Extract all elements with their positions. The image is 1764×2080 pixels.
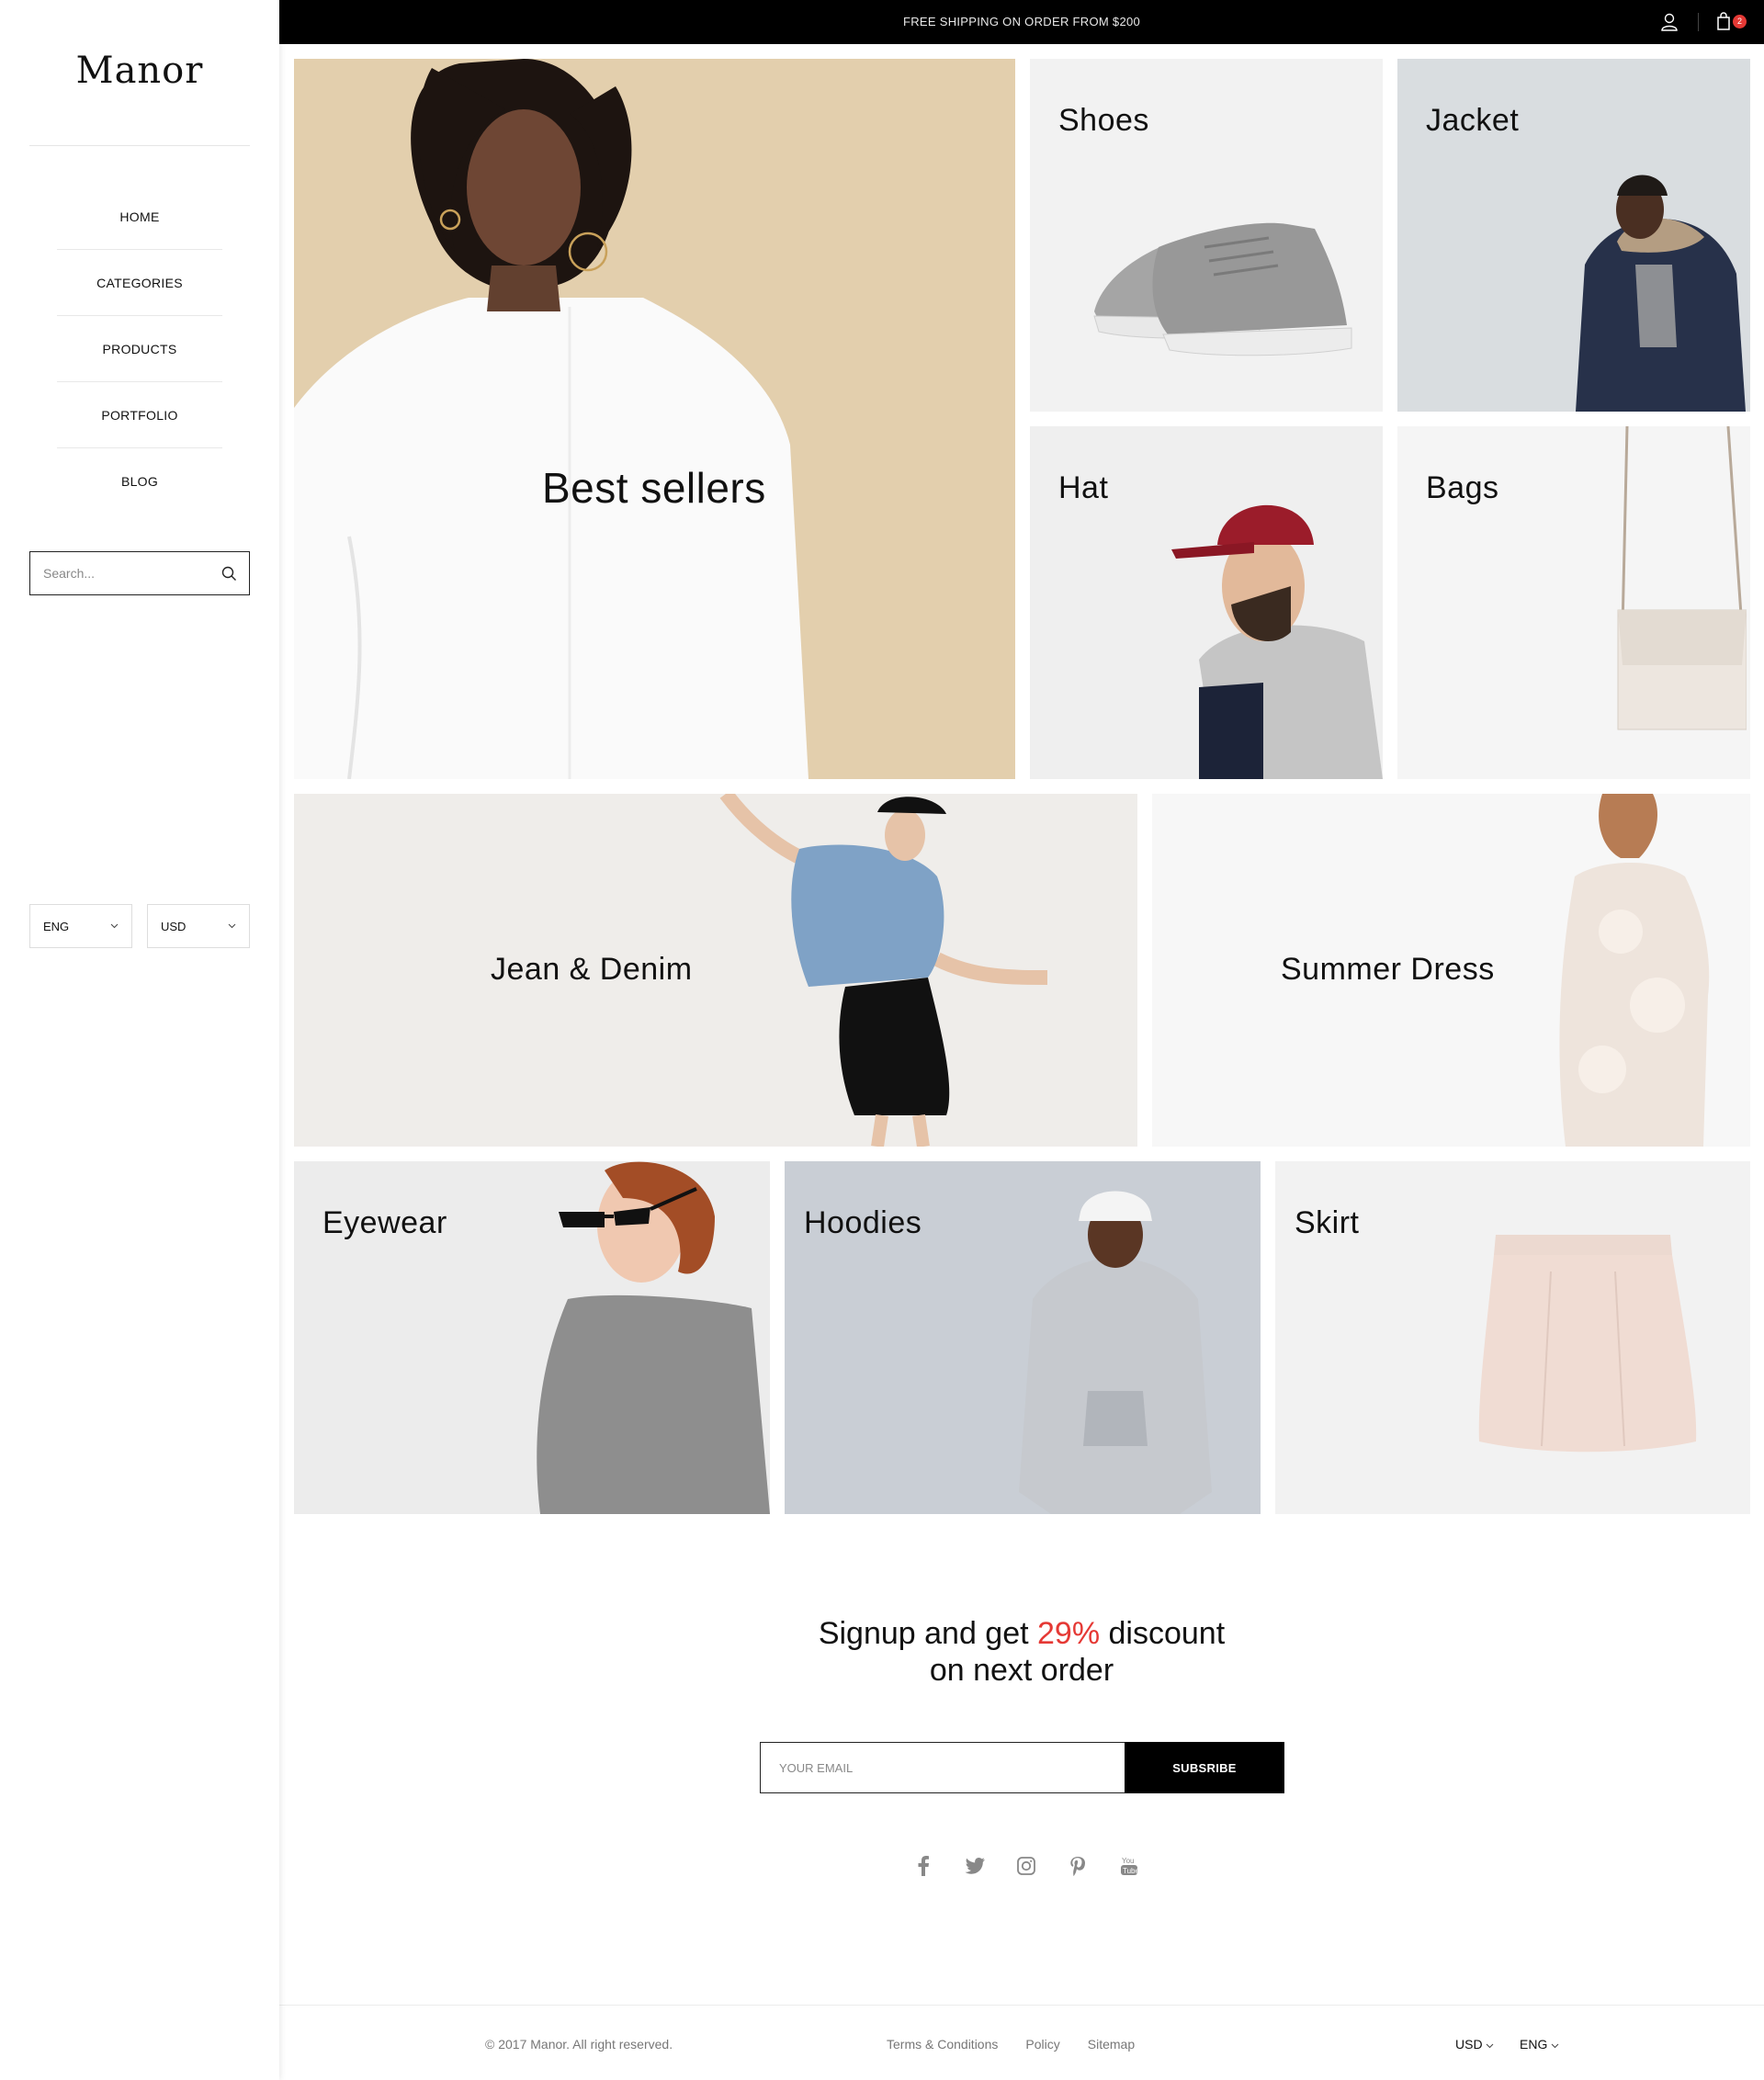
language-select[interactable]: ENG <box>29 904 132 948</box>
svg-text:Tube: Tube <box>1123 1867 1138 1875</box>
dress-model-illustration <box>1559 794 1710 1147</box>
jacket-illustration <box>1576 175 1746 412</box>
social-links: You Tube <box>910 1852 1143 1880</box>
tile-jean-denim[interactable]: Jean & Denim <box>294 794 1137 1147</box>
chevron-down-icon <box>1487 2043 1494 2049</box>
chevron-down-icon <box>110 923 119 929</box>
chevron-down-icon <box>1551 2043 1559 2049</box>
svg-text:You: You <box>1122 1857 1135 1865</box>
tile-skirt[interactable]: Skirt <box>1275 1161 1750 1514</box>
footer-currency-value: USD <box>1455 2037 1483 2052</box>
currency-value: USD <box>161 919 187 933</box>
nav-item-portfolio[interactable]: PORTFOLIO <box>0 382 279 448</box>
subscribe-button[interactable]: SUBSRIBE <box>1125 1742 1284 1793</box>
instagram-icon[interactable] <box>1012 1852 1040 1880</box>
copyright: © 2017 Manor. All right reserved. <box>485 2037 673 2052</box>
shipping-notice: FREE SHIPPING ON ORDER FROM $200 <box>902 15 1141 28</box>
sitemap-link[interactable]: Sitemap <box>1088 2037 1135 2052</box>
signup-text: discount <box>1100 1616 1226 1651</box>
email-field[interactable] <box>760 1742 1125 1793</box>
nav-item-label: BLOG <box>120 474 159 489</box>
main-nav: HOME CATEGORIES PRODUCTS PORTFOLIO BLOG <box>0 184 279 514</box>
bag-illustration <box>1617 426 1747 730</box>
signup-line-2: on next order <box>929 1653 1114 1688</box>
shoes-illustration <box>1093 222 1352 356</box>
logo-divider <box>29 145 250 146</box>
hat-illustration <box>1171 504 1383 779</box>
currency-select[interactable]: USD <box>147 904 250 948</box>
model-illustration <box>294 59 808 779</box>
signup-heading: Signup and get 29% discount on next orde… <box>279 1615 1764 1689</box>
user-icon[interactable] <box>1659 12 1679 32</box>
eyewear-model-illustration <box>537 1161 770 1514</box>
tile-best-sellers[interactable]: Best sellers <box>294 59 1015 779</box>
denim-model-illustration <box>719 794 1048 1147</box>
pinterest-icon[interactable] <box>1064 1852 1091 1880</box>
nav-item-label: HOME <box>119 209 160 224</box>
policy-link[interactable]: Policy <box>1025 2037 1059 2052</box>
footer-links: Terms & Conditions Policy Sitemap <box>887 2037 1135 2052</box>
sidebar: Manor HOME CATEGORIES PRODUCTS PORTFOLIO… <box>0 0 279 2080</box>
signup-text: Signup and get <box>818 1616 1038 1651</box>
locale-selects: ENG USD <box>29 904 250 948</box>
logo[interactable]: Manor <box>0 50 279 92</box>
nav-item-label: CATEGORIES <box>96 276 183 290</box>
nav-item-home[interactable]: HOME <box>0 184 279 250</box>
nav-item-label: PORTFOLIO <box>101 408 178 423</box>
tile-label: Hat <box>1058 470 1109 505</box>
tile-label: Bags <box>1426 470 1499 505</box>
tile-jacket[interactable]: Jacket <box>1397 59 1750 412</box>
discount-percent: 29% <box>1037 1616 1101 1651</box>
tile-label: Hoodies <box>804 1205 922 1240</box>
tile-hat[interactable]: Hat <box>1030 426 1383 779</box>
youtube-icon[interactable]: You Tube <box>1115 1852 1143 1880</box>
twitter-icon[interactable] <box>961 1852 989 1880</box>
tile-label: Jean & Denim <box>491 952 693 987</box>
signup-line-1: Signup and get 29% discount <box>279 1615 1764 1652</box>
hoodie-model-illustration <box>1019 1191 1212 1514</box>
tile-label: Skirt <box>1295 1205 1360 1240</box>
footer: © 2017 Manor. All right reserved. Terms … <box>279 2005 1764 2080</box>
footer-currency-select[interactable]: USD <box>1455 2037 1494 2052</box>
nav-item-blog[interactable]: BLOG <box>0 448 279 514</box>
tile-hoodies[interactable]: Hoodies <box>785 1161 1261 1514</box>
skirt-illustration <box>1478 1235 1697 1453</box>
search-input[interactable] <box>30 552 209 594</box>
tile-label: Shoes <box>1058 103 1149 138</box>
top-bar: FREE SHIPPING ON ORDER FROM $200 2 <box>279 0 1764 44</box>
tile-bags[interactable]: Bags <box>1397 426 1750 779</box>
tile-label: Jacket <box>1426 103 1520 138</box>
language-value: ENG <box>43 919 70 933</box>
nav-item-products[interactable]: PRODUCTS <box>0 316 279 382</box>
cart-count-badge: 2 <box>1733 15 1747 28</box>
search-box <box>29 551 250 595</box>
facebook-icon[interactable] <box>910 1852 937 1880</box>
chevron-down-icon <box>228 923 236 929</box>
footer-language-value: ENG <box>1520 2037 1548 2052</box>
nav-item-categories[interactable]: CATEGORIES <box>0 250 279 316</box>
tile-eyewear[interactable]: Eyewear <box>294 1161 770 1514</box>
topbar-divider <box>1698 13 1699 31</box>
subscribe-form: SUBSRIBE <box>760 1742 1284 1793</box>
tile-label: Eyewear <box>322 1205 447 1240</box>
footer-language-select[interactable]: ENG <box>1520 2037 1559 2052</box>
tile-label: Best sellers <box>542 464 766 512</box>
terms-link[interactable]: Terms & Conditions <box>887 2037 998 2052</box>
search-icon[interactable] <box>209 552 249 594</box>
nav-item-label: PRODUCTS <box>102 342 177 356</box>
tile-summer-dress[interactable]: Summer Dress <box>1152 794 1750 1147</box>
tile-shoes[interactable]: Shoes <box>1030 59 1383 412</box>
tile-label: Summer Dress <box>1281 952 1495 987</box>
